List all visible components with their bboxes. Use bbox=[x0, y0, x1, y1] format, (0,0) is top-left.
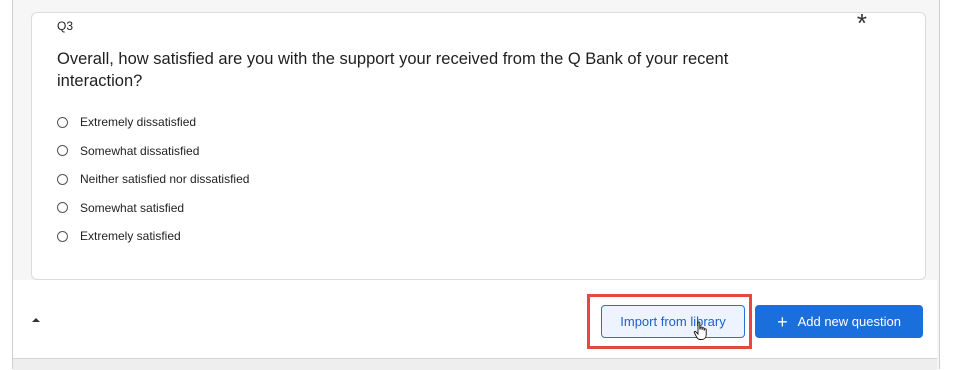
choice-list: Extremely dissatisfied Somewhat dissatis… bbox=[57, 108, 249, 251]
choice-label: Extremely dissatisfied bbox=[80, 115, 197, 130]
question-number: Q3 bbox=[57, 19, 74, 33]
asterisk-icon[interactable]: * bbox=[857, 10, 867, 36]
choice-label: Extremely satisfied bbox=[80, 229, 181, 244]
radio-button[interactable] bbox=[57, 202, 68, 214]
choice-item[interactable]: Neither satisfied nor dissatisfied bbox=[57, 165, 249, 194]
choice-label: Somewhat dissatisfied bbox=[80, 143, 200, 158]
radio-button[interactable] bbox=[57, 145, 68, 157]
choice-item[interactable]: Somewhat satisfied bbox=[57, 194, 249, 223]
radio-button[interactable] bbox=[57, 116, 68, 128]
question-text[interactable]: Overall, how satisfied are you with the … bbox=[57, 48, 757, 92]
hand-cursor-icon bbox=[693, 321, 707, 340]
add-new-question-label: Add new question bbox=[797, 314, 901, 329]
choice-item[interactable]: Extremely satisfied bbox=[57, 222, 249, 251]
radio-button[interactable] bbox=[57, 230, 68, 242]
footer-divider bbox=[13, 358, 937, 370]
import-from-library-button[interactable]: Import from library bbox=[601, 305, 745, 338]
choice-label: Neither satisfied nor dissatisfied bbox=[80, 172, 250, 187]
choice-label: Somewhat satisfied bbox=[80, 200, 185, 215]
caret-up-icon[interactable] bbox=[32, 318, 40, 322]
radio-button[interactable] bbox=[57, 173, 68, 185]
plus-icon: + bbox=[777, 311, 788, 332]
add-new-question-button[interactable]: + Add new question bbox=[755, 305, 923, 338]
choice-item[interactable]: Extremely dissatisfied bbox=[57, 108, 249, 137]
choice-item[interactable]: Somewhat dissatisfied bbox=[57, 137, 249, 166]
